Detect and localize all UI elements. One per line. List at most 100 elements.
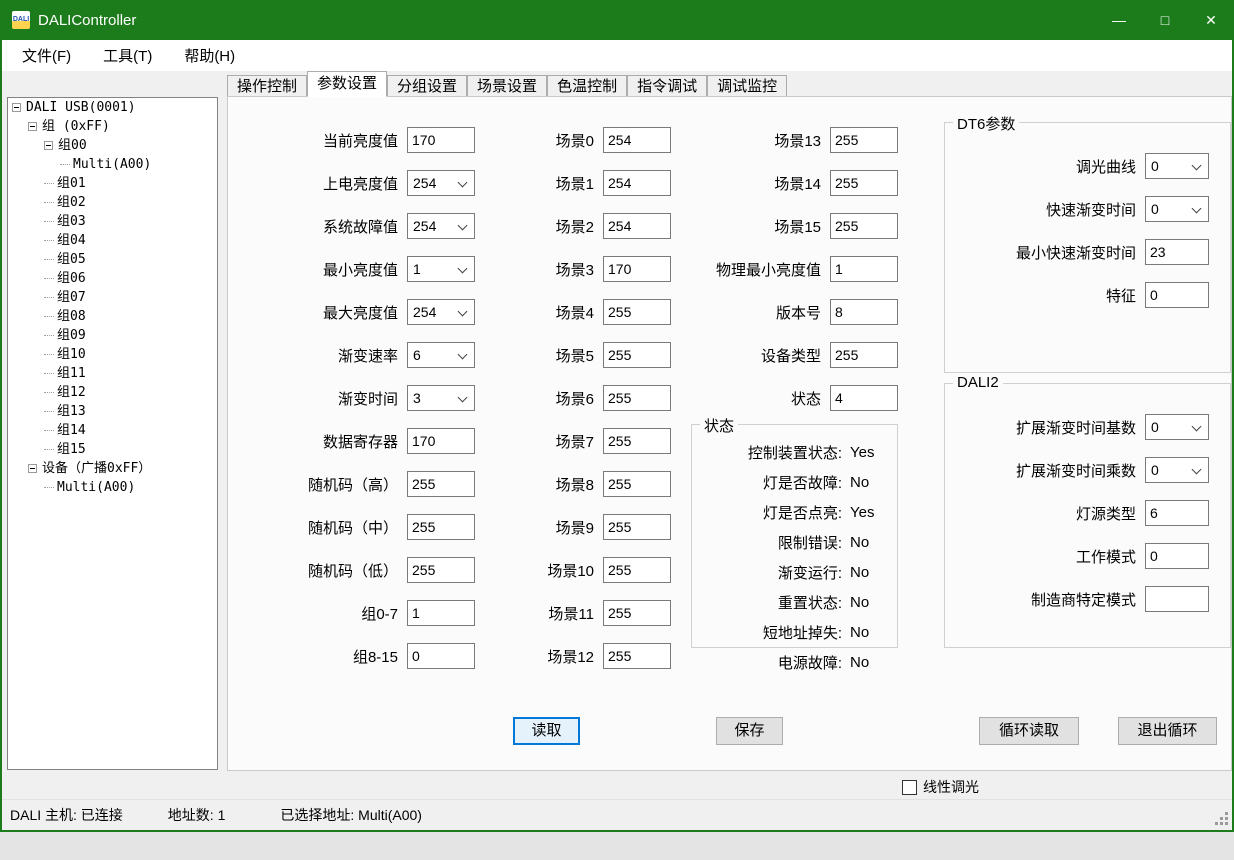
tree-item[interactable]: 组00	[8, 136, 217, 155]
tree-item-label: 组09	[57, 326, 86, 345]
menu-file[interactable]: 文件(F)	[10, 45, 83, 66]
field-input[interactable]	[407, 127, 475, 153]
minimize-button[interactable]: —	[1096, 0, 1142, 40]
field-input[interactable]	[407, 514, 475, 540]
collapse-icon[interactable]	[28, 122, 37, 131]
field-dropdown[interactable]: 1	[407, 256, 475, 282]
save-button[interactable]: 保存	[716, 717, 783, 745]
loop-read-button[interactable]: 循环读取	[979, 717, 1079, 745]
tree-item[interactable]: 组04	[8, 231, 217, 250]
field-dropdown[interactable]: 254	[407, 299, 475, 325]
linear-dimming-option[interactable]: 线性调光	[902, 777, 979, 797]
field-input[interactable]	[1145, 500, 1209, 526]
field-dropdown[interactable]: 254	[407, 213, 475, 239]
tree-item[interactable]: 组11	[8, 364, 217, 383]
tab-4[interactable]: 色温控制	[547, 75, 627, 97]
collapse-icon[interactable]	[44, 141, 53, 150]
tree-item[interactable]: 组07	[8, 288, 217, 307]
field-input[interactable]	[830, 342, 898, 368]
tree-item[interactable]: 组10	[8, 345, 217, 364]
field-input[interactable]	[830, 213, 898, 239]
tree-item[interactable]: 组09	[8, 326, 217, 345]
statusbar-host: DALI 主机: 已连接	[10, 805, 123, 825]
collapse-icon[interactable]	[12, 103, 21, 112]
form-row: 最小快速渐变时间	[945, 239, 1230, 265]
tree-item[interactable]: DALI USB(0001)	[8, 98, 217, 117]
read-button[interactable]: 读取	[513, 717, 580, 745]
tree-item[interactable]: 组14	[8, 421, 217, 440]
tree-item[interactable]: 组15	[8, 440, 217, 459]
tab-1[interactable]: 参数设置	[307, 71, 387, 97]
field-dropdown[interactable]: 0	[1145, 414, 1209, 440]
tab-3[interactable]: 场景设置	[467, 75, 547, 97]
field-input[interactable]	[603, 557, 671, 583]
field-input[interactable]	[830, 299, 898, 325]
field-input[interactable]	[830, 385, 898, 411]
field-dropdown[interactable]: 0	[1145, 196, 1209, 222]
field-input[interactable]	[407, 643, 475, 669]
status-row: 重置状态:No	[692, 587, 897, 617]
tree-item[interactable]: Multi(A00)	[8, 478, 217, 497]
field-dropdown[interactable]: 6	[407, 342, 475, 368]
field-input[interactable]	[1145, 586, 1209, 612]
tree-item[interactable]: 组06	[8, 269, 217, 288]
tree-item[interactable]: 组02	[8, 193, 217, 212]
status-label: 限制错误:	[692, 532, 842, 553]
field-input[interactable]	[407, 557, 475, 583]
menu-help[interactable]: 帮助(H)	[172, 45, 247, 66]
field-input[interactable]	[1145, 543, 1209, 569]
field-input[interactable]	[1145, 239, 1209, 265]
field-input[interactable]	[603, 342, 671, 368]
chevron-down-icon	[458, 221, 468, 231]
field-input[interactable]	[603, 213, 671, 239]
field-dropdown[interactable]: 254	[407, 170, 475, 196]
resize-grip[interactable]	[1214, 811, 1228, 825]
field-dropdown[interactable]: 3	[407, 385, 475, 411]
tab-5[interactable]: 指令调试	[627, 75, 707, 97]
tree-item[interactable]: 组 (0xFF)	[8, 117, 217, 136]
tree-item[interactable]: 组05	[8, 250, 217, 269]
menu-tools[interactable]: 工具(T)	[91, 45, 164, 66]
form-row: 当前亮度值	[283, 127, 475, 153]
form-row: 系统故障值254	[283, 213, 475, 239]
field-input[interactable]	[603, 600, 671, 626]
tree-item[interactable]: 组13	[8, 402, 217, 421]
field-input[interactable]	[603, 428, 671, 454]
field-input[interactable]	[407, 600, 475, 626]
close-button[interactable]: ✕	[1188, 0, 1234, 40]
tree-item[interactable]: 组08	[8, 307, 217, 326]
field-input[interactable]	[830, 256, 898, 282]
field-dropdown[interactable]: 0	[1145, 153, 1209, 179]
tab-0[interactable]: 操作控制	[227, 75, 307, 97]
tree-item[interactable]: 组01	[8, 174, 217, 193]
field-input[interactable]	[830, 127, 898, 153]
field-input[interactable]	[603, 299, 671, 325]
tree-item[interactable]: 组12	[8, 383, 217, 402]
field-input[interactable]	[603, 170, 671, 196]
dropdown-value: 254	[413, 304, 436, 320]
field-input[interactable]	[407, 428, 475, 454]
field-input[interactable]	[407, 471, 475, 497]
tab-6[interactable]: 调试监控	[707, 75, 787, 97]
field-input[interactable]	[603, 514, 671, 540]
desktop-background	[0, 832, 1234, 860]
field-input[interactable]	[830, 170, 898, 196]
field-input[interactable]	[603, 256, 671, 282]
field-input[interactable]	[603, 643, 671, 669]
field-dropdown[interactable]: 0	[1145, 457, 1209, 483]
field-input[interactable]	[603, 127, 671, 153]
field-input[interactable]	[603, 471, 671, 497]
param-column-2: 场景0场景1场景2场景3场景4场景5场景6场景7场景8场景9场景10场景11场景…	[498, 127, 671, 686]
tab-2[interactable]: 分组设置	[387, 75, 467, 97]
tree-item[interactable]: Multi(A00)	[8, 155, 217, 174]
maximize-button[interactable]: □	[1142, 0, 1188, 40]
field-input[interactable]	[1145, 282, 1209, 308]
collapse-icon[interactable]	[28, 464, 37, 473]
status-row: 电源故障:No	[692, 647, 897, 677]
tree-item[interactable]: 组03	[8, 212, 217, 231]
form-row: 场景12	[498, 643, 671, 669]
linear-dimming-checkbox[interactable]	[902, 780, 917, 795]
exit-loop-button[interactable]: 退出循环	[1118, 717, 1217, 745]
tree-item[interactable]: 设备（广播0xFF）	[8, 459, 217, 478]
field-input[interactable]	[603, 385, 671, 411]
